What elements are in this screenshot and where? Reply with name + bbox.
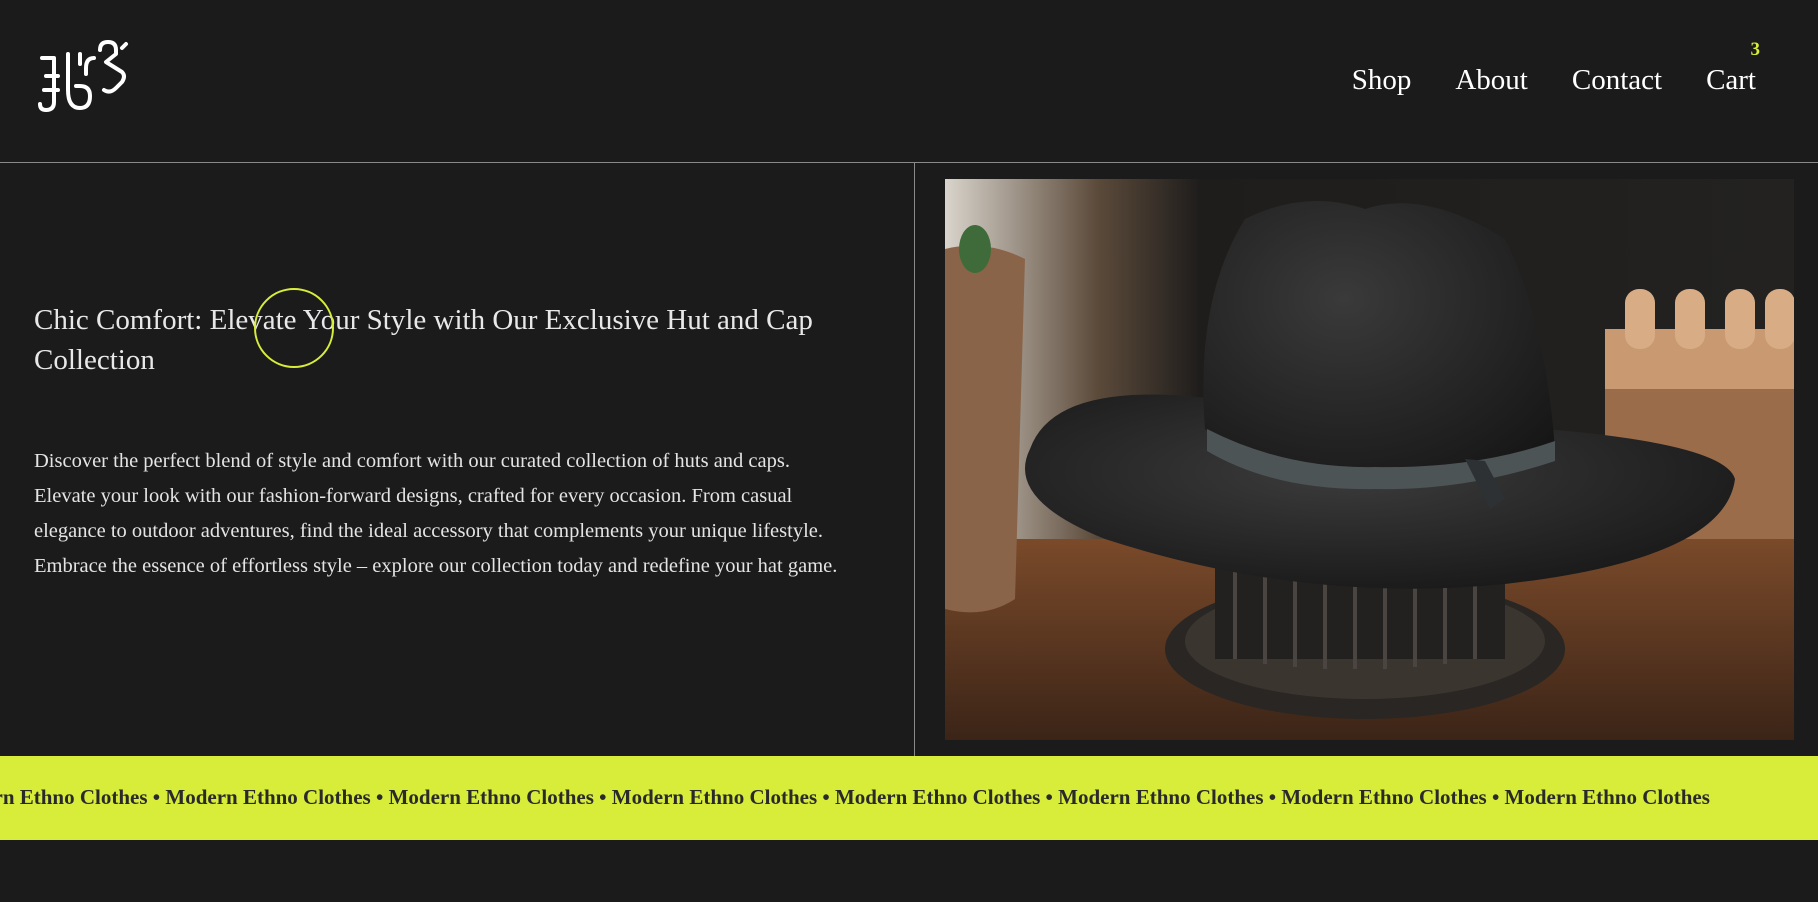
site-header: Shop About Contact Cart 3 [0, 0, 1818, 163]
cart-count-badge: 3 [1750, 39, 1761, 60]
marquee-banner: odern Ethno Clothes • Modern Ethno Cloth… [0, 756, 1818, 840]
hero-hat-image [945, 179, 1794, 740]
marquee-text: odern Ethno Clothes • Modern Ethno Cloth… [0, 785, 1710, 809]
hero-text-section: Chic Comfort: Elevate Your Style with Ou… [34, 300, 854, 605]
section-divider [914, 163, 915, 756]
nav-cart-link[interactable]: Cart 3 [1706, 40, 1760, 98]
nav-shop-link[interactable]: Shop [1352, 62, 1412, 98]
nav-about-link[interactable]: About [1455, 62, 1528, 98]
hero-title: Chic Comfort: Elevate Your Style with Ou… [34, 304, 813, 376]
cart-label: Cart [1706, 64, 1756, 96]
hero-description: Discover the perfect blend of style and … [34, 450, 838, 577]
nav-contact-link[interactable]: Contact [1572, 62, 1662, 98]
main-nav: Shop About Contact Cart 3 [1308, 40, 1760, 98]
brand-logo[interactable] [36, 38, 132, 114]
